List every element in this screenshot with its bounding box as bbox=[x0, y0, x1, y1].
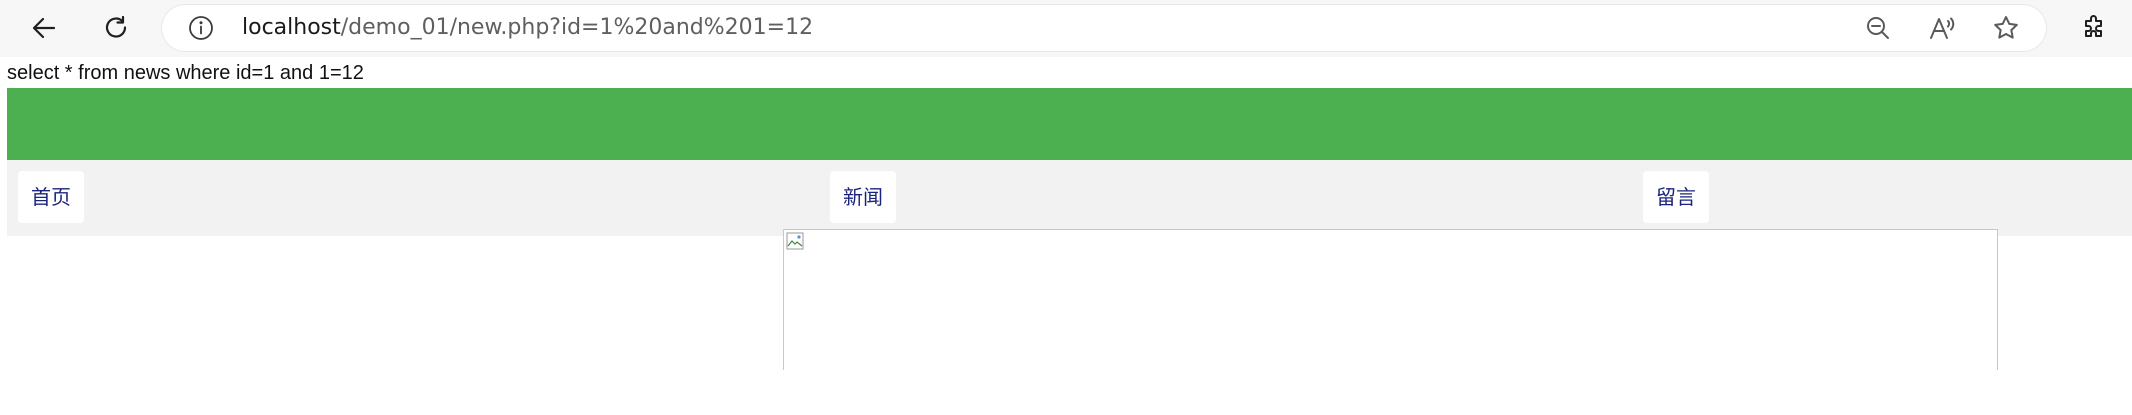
url-host: localhost bbox=[242, 15, 341, 40]
url-path: /demo_01/new.php?id=1%20and%201=12 bbox=[340, 15, 814, 40]
back-button[interactable] bbox=[22, 6, 66, 50]
nav-news-link[interactable]: 新闻 bbox=[830, 171, 896, 223]
nav-message-link[interactable]: 留言 bbox=[1643, 171, 1709, 223]
zoom-out-icon[interactable] bbox=[1864, 14, 1892, 42]
puzzle-icon bbox=[2085, 15, 2102, 37]
arrow-left-icon bbox=[32, 17, 56, 39]
site-nav: 首页 新闻 留言 bbox=[7, 160, 2132, 236]
broken-image-icon bbox=[786, 232, 804, 250]
nav-home-link[interactable]: 首页 bbox=[18, 171, 84, 223]
browser-toolbar: localhost/demo_01/new.php?id=1%20and%201… bbox=[0, 0, 2132, 57]
info-icon[interactable] bbox=[188, 15, 214, 41]
star-icon[interactable] bbox=[1992, 14, 2020, 42]
read-aloud-icon[interactable] bbox=[1928, 14, 1956, 42]
address-bar[interactable]: localhost/demo_01/new.php?id=1%20and%201… bbox=[162, 5, 2046, 51]
reload-button[interactable] bbox=[94, 6, 138, 50]
reload-icon bbox=[105, 15, 127, 38]
url-text[interactable]: localhost/demo_01/new.php?id=1%20and%201… bbox=[242, 14, 813, 42]
sql-query-text: select * from news where id=1 and 1=12 bbox=[7, 62, 364, 84]
site-header-banner bbox=[7, 88, 2132, 160]
broken-image bbox=[783, 229, 1998, 370]
extensions-button[interactable] bbox=[2072, 6, 2116, 50]
